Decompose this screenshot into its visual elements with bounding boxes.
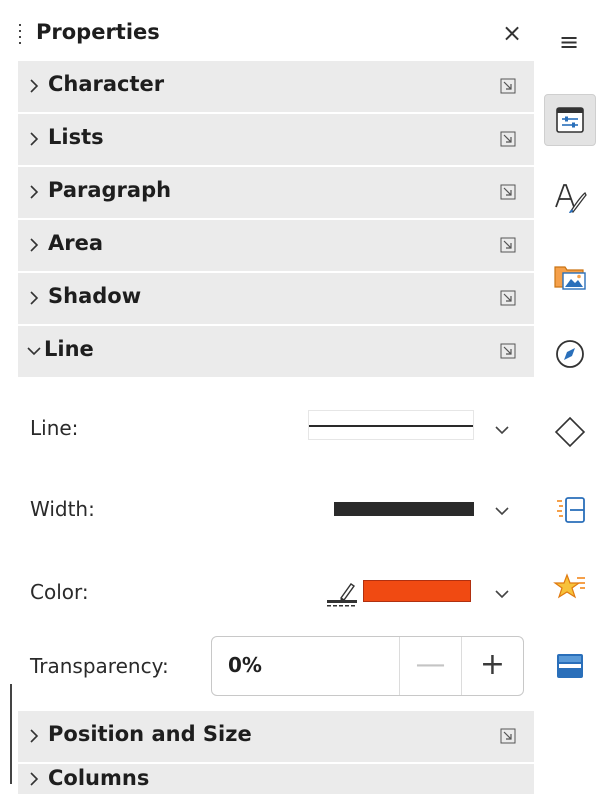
master-slides-icon	[557, 497, 585, 523]
line-width-dropdown[interactable]	[334, 502, 474, 516]
chevron-down-icon	[27, 347, 41, 356]
section-label: Shadow	[48, 284, 142, 308]
chevron-right-icon	[30, 185, 39, 199]
sidebar-tab-bar: ≡	[534, 0, 603, 794]
chevron-down-icon[interactable]	[493, 505, 511, 517]
more-options-icon[interactable]	[500, 131, 516, 147]
chevron-right-icon	[30, 729, 39, 743]
styles-icon	[555, 184, 587, 213]
slide-transition-icon	[557, 654, 583, 678]
transparency-spinbox[interactable]: 0% — +	[211, 636, 524, 696]
section-label: Columns	[48, 766, 150, 790]
navigator-icon	[556, 340, 584, 368]
section-line[interactable]: Line	[18, 326, 534, 377]
line-color-label: Color:	[30, 580, 89, 604]
section-area[interactable]: Area	[18, 220, 534, 271]
sidebar-menu-icon[interactable]: ≡	[556, 28, 582, 56]
section-position-and-size[interactable]: Position and Size	[18, 711, 534, 762]
increase-button[interactable]: +	[461, 637, 523, 695]
chevron-right-icon	[30, 772, 39, 786]
section-paragraph[interactable]: Paragraph	[18, 167, 534, 218]
panel-resize-handle[interactable]	[10, 684, 12, 784]
more-options-icon[interactable]	[500, 78, 516, 94]
transparency-label: Transparency:	[30, 654, 169, 678]
more-options-icon[interactable]	[500, 343, 516, 359]
more-options-icon[interactable]	[500, 290, 516, 306]
tab-slide-transition[interactable]	[544, 640, 596, 692]
tab-master-slides[interactable]	[544, 484, 596, 536]
section-shadow[interactable]: Shadow	[18, 273, 534, 324]
section-label: Paragraph	[48, 178, 172, 202]
tab-styles[interactable]	[544, 172, 596, 224]
more-options-icon[interactable]	[500, 184, 516, 200]
gallery-icon	[554, 266, 586, 290]
tab-gallery[interactable]	[544, 250, 596, 302]
line-style-dropdown[interactable]	[308, 410, 474, 440]
tab-properties[interactable]	[544, 94, 596, 146]
chevron-right-icon	[30, 79, 39, 93]
line-style-label: Line:	[30, 416, 79, 440]
shapes-icon	[554, 416, 586, 448]
close-button[interactable]: ×	[498, 18, 526, 48]
section-label: Position and Size	[48, 722, 252, 746]
line-color-swatch[interactable]	[363, 580, 471, 602]
drag-handle-icon[interactable]	[18, 24, 22, 46]
animation-icon	[553, 573, 585, 599]
tab-shapes[interactable]	[544, 406, 596, 458]
chevron-right-icon	[30, 132, 39, 146]
section-character[interactable]: Character	[18, 61, 534, 112]
line-width-label: Width:	[30, 497, 95, 521]
more-options-icon[interactable]	[500, 728, 516, 744]
properties-sidebar-screenshot: Properties × Character Lists Paragraph A…	[0, 0, 603, 794]
chevron-right-icon	[30, 238, 39, 252]
tab-animation[interactable]	[544, 562, 596, 614]
section-label: Area	[48, 231, 104, 255]
tab-navigator[interactable]	[544, 328, 596, 380]
transparency-input[interactable]: 0%	[228, 653, 262, 677]
section-label: Line	[44, 337, 94, 361]
section-lists[interactable]: Lists	[18, 114, 534, 165]
more-options-icon[interactable]	[500, 237, 516, 253]
panel-title: Properties	[36, 20, 160, 44]
properties-panel: Properties × Character Lists Paragraph A…	[0, 0, 534, 794]
chevron-down-icon[interactable]	[493, 424, 511, 436]
panel-title-bar: Properties ×	[0, 10, 534, 60]
decrease-button[interactable]: —	[399, 637, 461, 695]
section-label: Lists	[48, 125, 104, 149]
section-columns[interactable]: Columns	[18, 764, 534, 794]
chevron-down-icon[interactable]	[493, 588, 511, 600]
line-color-pen-icon[interactable]	[325, 578, 359, 608]
section-label: Character	[48, 72, 165, 96]
properties-icon	[556, 107, 584, 133]
chevron-right-icon	[30, 291, 39, 305]
